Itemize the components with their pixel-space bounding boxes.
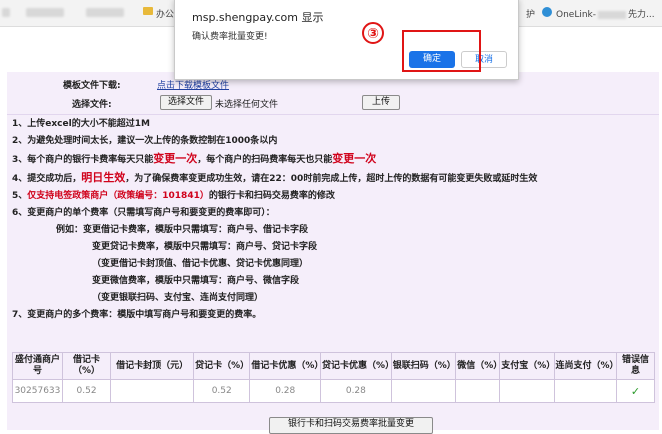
blurred-bookmark[interactable] [2, 8, 10, 17]
dialog-title: msp.shengpay.com 显示 [192, 11, 324, 24]
cell-debit-discount: 0.28 [249, 379, 322, 403]
choose-file-label: 选择文件: [72, 100, 112, 110]
check-icon: ✓ [630, 384, 641, 398]
note-item: 7、变更商户的多个费率：模版中填写商户号和要变更的费率。 [12, 310, 262, 320]
onelink-icon [542, 7, 552, 17]
col-header: 微信（%） [455, 352, 502, 380]
col-header: 借记卡（%） [61, 352, 112, 380]
choose-file-button[interactable]: 选择文件 [160, 95, 212, 110]
no-file-text: 未选择任何文件 [215, 100, 279, 110]
note-item: 3、每个商户的银行卡费率每天只能变更一次，每个商户的扫码费率每天也只能变更一次 [12, 152, 377, 165]
step-number-badge: ③ [362, 22, 384, 44]
cell-credit: 0.52 [193, 379, 251, 403]
cell-lianshang [553, 379, 618, 403]
note-subitem: （变更借记卡封顶值、借记卡优惠、贷记卡优惠同理） [92, 259, 309, 269]
cell-debit: 0.52 [61, 379, 112, 403]
upload-panel: 模板文件下载: 点击下载模板文件 选择文件: 选择文件 未选择任何文件 上传 1… [7, 72, 659, 434]
bookmark-onelink[interactable]: OneLink- 先力... [556, 7, 655, 20]
col-header: 支付宝（%） [499, 352, 555, 380]
template-label: 模板文件下载: [63, 81, 121, 91]
blurred-bookmark[interactable] [86, 8, 124, 17]
dialog-message: 确认费率批量变更! [192, 32, 268, 42]
col-header: 借记卡封顶（元） [110, 352, 195, 380]
col-header: 银联扫码（%） [390, 352, 457, 380]
col-header: 借记卡优惠（%） [249, 352, 323, 380]
note-item: 6、变更商户的单个费率（只需填写商户号和要变更的费率即可）： [12, 208, 275, 218]
upload-button[interactable]: 上传 [362, 95, 400, 110]
cell-wechat [455, 379, 501, 403]
note-subitem: 变更贷记卡费率，模版中只需填写：商户号、贷记卡字段 [92, 242, 318, 252]
rate-table: 盛付通商户号 借记卡（%） 借记卡封顶（元） 贷记卡（%） 借记卡优惠（%） 贷… [12, 352, 655, 403]
note-item: 4、提交成功后，明日生效，为了确保费率变更成功生效，请在22：00时前完成上传，… [12, 171, 538, 184]
cell-credit-discount: 0.28 [320, 379, 392, 403]
form-area: 模板文件下载: 点击下载模板文件 选择文件: 选择文件 未选择任何文件 上传 [7, 74, 659, 115]
col-header: 贷记卡优惠（%） [320, 352, 394, 380]
col-header: 贷记卡（%） [193, 352, 251, 380]
cell-merchant-id: 30257633 [12, 379, 63, 403]
col-header: 盛付通商户号 [12, 352, 63, 380]
batch-change-button[interactable]: 银行卡和扫码交易费率批量变更 [269, 417, 433, 434]
cell-error: ✓ [616, 379, 655, 403]
note-item: 5、仅支持电签政策商户（政策编号：101841）的银行卡和扫码交易费率的修改 [12, 191, 335, 201]
note-item: 1、上传excel的大小不能超过1M [12, 119, 150, 129]
table-row: 30257633 0.52 0.52 0.28 0.28 ✓ [12, 379, 655, 403]
col-header: 错误信息 [616, 352, 655, 380]
cell-alipay [499, 379, 555, 403]
page-content: 模板文件下载: 点击下载模板文件 选择文件: 选择文件 未选择任何文件 上传 1… [0, 27, 662, 434]
folder-icon [143, 7, 153, 15]
notes-list: 1、上传excel的大小不能超过1M 2、为避免处理时间太长，建议一次上传的条数… [12, 116, 652, 324]
ok-highlight-box [402, 30, 481, 72]
note-subitem: 例如：变更借记卡费率，模版中只需填写：商户号、借记卡字段 [56, 225, 309, 235]
table-header-row: 盛付通商户号 借记卡（%） 借记卡封顶（元） 贷记卡（%） 借记卡优惠（%） 贷… [12, 352, 655, 380]
note-item: 2、为避免处理时间太长，建议一次上传的条数控制在1000条以内 [12, 136, 278, 146]
note-subitem: （变更银联扫码、支付宝、连尚支付同理） [92, 293, 264, 303]
cell-debit-cap [110, 379, 195, 403]
col-header: 连尚支付（%） [553, 352, 619, 380]
bookmark-right-label[interactable]: 护 [526, 7, 535, 20]
bookmark-folder-label[interactable]: 办公 [156, 7, 174, 20]
note-subitem: 变更微信费率，模版中只需填写：商户号、微信字段 [92, 276, 300, 286]
cell-unionpay-qr [390, 379, 457, 403]
blurred-bookmark[interactable] [26, 8, 64, 17]
